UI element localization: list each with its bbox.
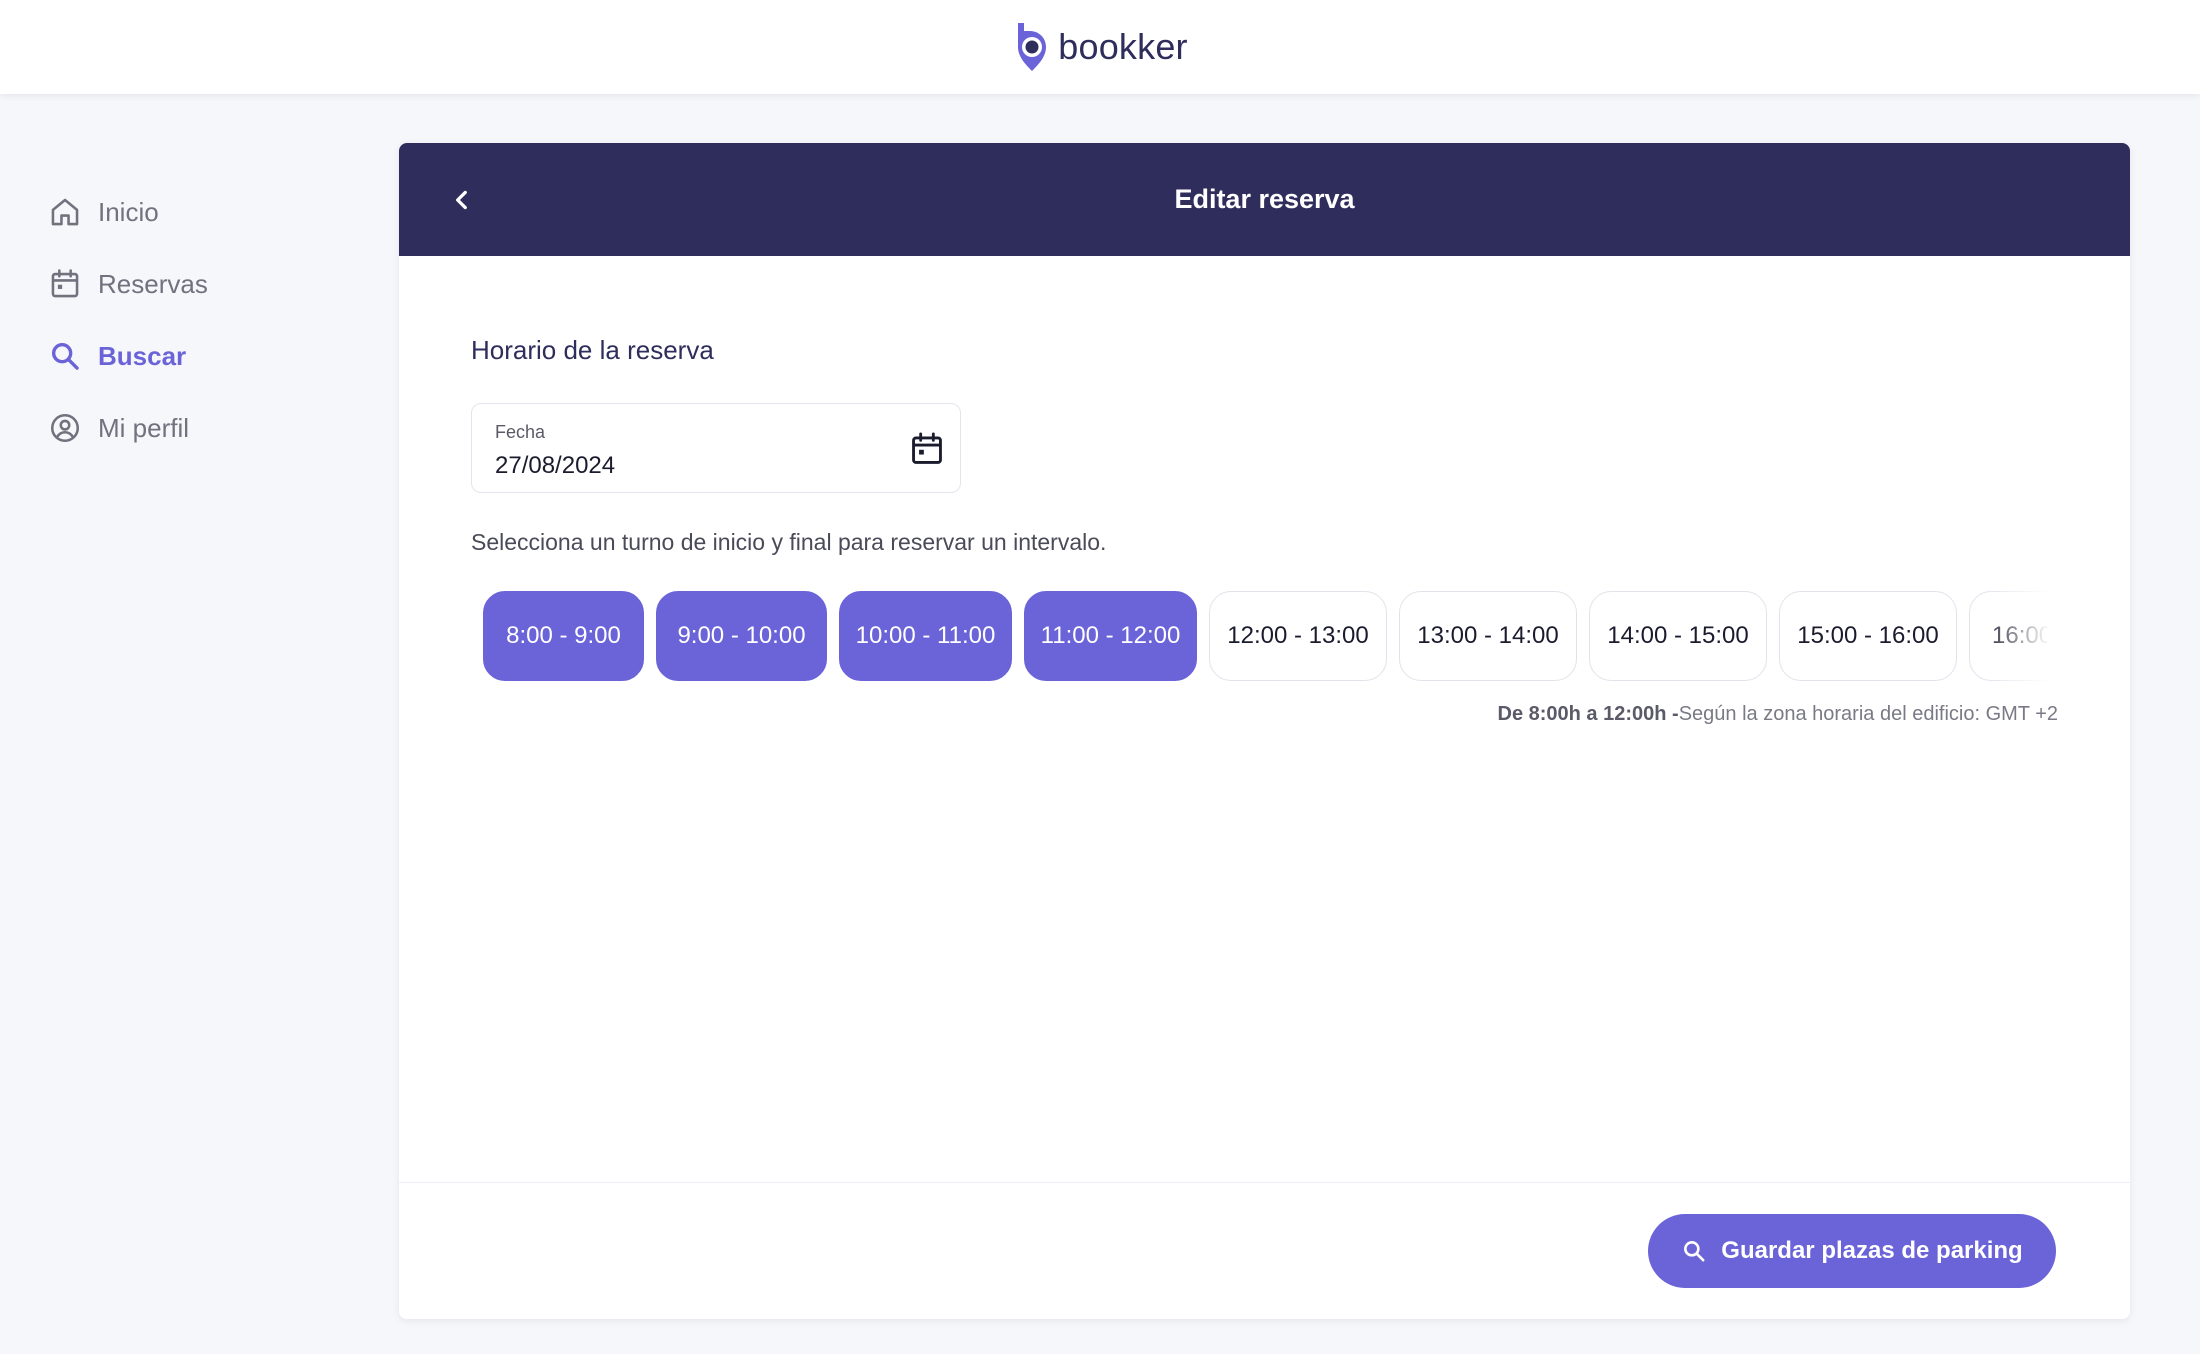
top-bar: bookker bbox=[0, 0, 2200, 94]
sidebar-item-label: Buscar bbox=[98, 340, 187, 371]
time-slot[interactable]: 12:00 - 13:00 bbox=[1209, 591, 1387, 681]
time-slot[interactable]: 15:00 - 16:00 bbox=[1779, 591, 1957, 681]
calendar-icon[interactable] bbox=[908, 430, 946, 468]
reservation-range: De 8:00h a 12:00h - bbox=[1497, 703, 1679, 725]
time-slot-list[interactable]: 8:00 - 9:00 9:00 - 10:00 10:00 - 11:00 1… bbox=[483, 591, 2061, 683]
sidebar-item-buscar[interactable]: Buscar bbox=[48, 331, 186, 381]
time-slot[interactable]: 13:00 - 14:00 bbox=[1399, 591, 1577, 681]
section-title: Horario de la reserva bbox=[471, 335, 714, 365]
user-circle-icon bbox=[50, 413, 80, 443]
save-parking-button[interactable]: Guardar plazas de parking bbox=[1648, 1214, 2056, 1288]
time-slot[interactable]: 11:00 - 12:00 bbox=[1024, 591, 1197, 681]
search-icon bbox=[51, 342, 79, 370]
edit-reservation-card: Editar reserva Horario de la reserva Fec… bbox=[399, 143, 2130, 1319]
card-header: Editar reserva bbox=[399, 143, 2130, 256]
home-icon bbox=[51, 198, 79, 226]
slot-instructions: Selecciona un turno de inicio y final pa… bbox=[471, 529, 1107, 555]
back-button[interactable] bbox=[439, 177, 485, 223]
time-slot[interactable]: 8:00 - 9:00 bbox=[483, 591, 644, 681]
sidebar-item-mi-perfil[interactable]: Mi perfil bbox=[48, 403, 189, 453]
time-slot[interactable]: 14:00 - 15:00 bbox=[1589, 591, 1767, 681]
chevron-left-icon bbox=[456, 190, 467, 210]
card-footer: Guardar plazas de parking bbox=[399, 1182, 2130, 1319]
timezone-label: Según la zona horaria del edificio: GMT … bbox=[1678, 703, 2058, 725]
sidebar-item-label: Mi perfil bbox=[98, 412, 190, 443]
timezone-note: De 8:00h a 12:00h -Según la zona horaria… bbox=[1498, 703, 2059, 726]
sidebar-item-label: Inicio bbox=[98, 196, 159, 227]
logo[interactable]: bookker bbox=[1012, 21, 1188, 73]
logo-text: bookker bbox=[1058, 26, 1188, 67]
sidebar: Inicio Reservas Buscar Mi perfil bbox=[0, 94, 390, 1354]
date-field-label: Fecha bbox=[495, 422, 546, 442]
date-field[interactable]: Fecha 27/08/2024 bbox=[471, 403, 961, 493]
date-field-value: 27/08/2024 bbox=[495, 452, 616, 479]
time-slot[interactable]: 9:00 - 10:00 bbox=[656, 591, 827, 681]
sidebar-item-inicio[interactable]: Inicio bbox=[48, 187, 159, 237]
location-pin-icon bbox=[1018, 23, 1047, 71]
sidebar-item-label: Reservas bbox=[98, 268, 208, 299]
time-slot[interactable]: 10:00 - 11:00 bbox=[839, 591, 1012, 681]
page-title: Editar reserva bbox=[1174, 184, 1355, 214]
save-button-label: Guardar plazas de parking bbox=[1721, 1237, 2023, 1264]
sidebar-item-reservas[interactable]: Reservas bbox=[48, 259, 208, 309]
search-icon bbox=[1684, 1241, 1705, 1262]
calendar-icon bbox=[51, 269, 79, 298]
time-slot[interactable]: 16:00 - 17:00 bbox=[1969, 591, 2061, 681]
